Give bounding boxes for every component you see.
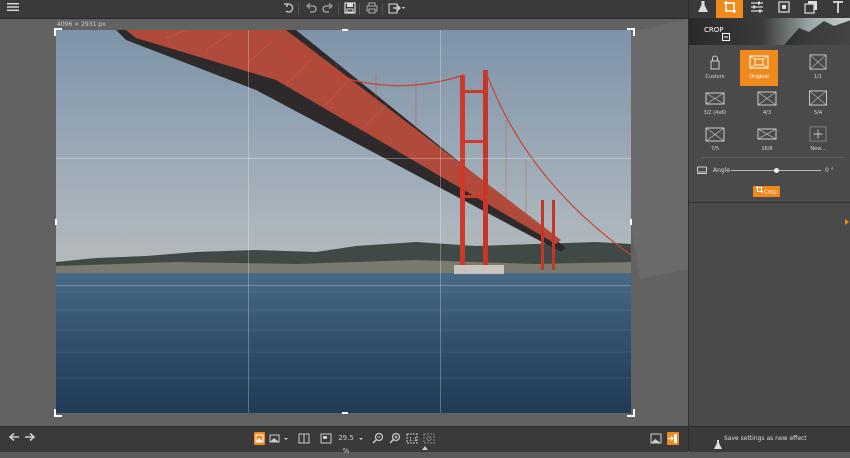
crop-corner-handle[interactable] bbox=[54, 409, 62, 417]
ratio-4-3-icon bbox=[757, 91, 777, 106]
zoom-in-icon[interactable] bbox=[389, 432, 401, 445]
angle-label: Angle bbox=[713, 167, 731, 174]
next-image-icon[interactable] bbox=[24, 432, 36, 445]
preset-label: Original bbox=[749, 74, 769, 80]
angle-slider-thumb[interactable] bbox=[773, 168, 779, 173]
crop-section-header: CROP bbox=[689, 18, 850, 45]
effect-flask-icon bbox=[714, 434, 722, 453]
preset-1-1[interactable]: 1/1 bbox=[799, 50, 837, 86]
expand-filmstrip-icon[interactable] bbox=[422, 446, 428, 450]
panel-collapse-arrow-icon[interactable] bbox=[845, 219, 849, 225]
add-preset-icon bbox=[809, 126, 827, 142]
toolbar-separator bbox=[338, 3, 339, 15]
crop-grid-line bbox=[56, 158, 631, 159]
preset-label: 1/1 bbox=[813, 74, 823, 80]
print-icon[interactable] bbox=[365, 2, 379, 16]
ratio-5-4-icon bbox=[809, 90, 827, 106]
image-dimensions-label: 4096 × 2931 px bbox=[57, 21, 106, 28]
angle-value: 0 ° bbox=[825, 167, 834, 174]
square-ratio-icon bbox=[809, 54, 827, 70]
single-view-icon[interactable] bbox=[254, 432, 265, 445]
previous-image-icon[interactable] bbox=[8, 432, 20, 445]
split-view-icon[interactable] bbox=[298, 432, 310, 445]
preset-label: 7/5 bbox=[710, 146, 720, 152]
angle-icon bbox=[697, 166, 707, 176]
zoom-level-value[interactable]: 29.5 % bbox=[334, 432, 358, 455]
zoom-out-icon[interactable] bbox=[372, 432, 384, 445]
ratio-3-2-icon bbox=[705, 92, 725, 105]
preset-16-9[interactable]: 16/9 bbox=[748, 122, 786, 158]
angle-row: Angle 0 ° bbox=[689, 165, 850, 177]
crop-corner-handle[interactable] bbox=[627, 28, 635, 36]
preset-4-3[interactable]: 4/3 bbox=[748, 86, 786, 122]
original-ratio-icon bbox=[749, 55, 769, 69]
preset-label: 16/9 bbox=[761, 146, 773, 152]
panel-toggle-icon[interactable] bbox=[667, 432, 679, 445]
bottom-toolbar: 29.5 % 1:1 bbox=[0, 426, 688, 455]
preset-label: New... bbox=[810, 146, 826, 152]
photo-image[interactable] bbox=[56, 30, 631, 413]
effects-flask-icon[interactable] bbox=[689, 0, 716, 18]
panel-divider bbox=[701, 157, 845, 158]
crop-button[interactable]: Crop bbox=[753, 186, 780, 197]
crop-icon[interactable] bbox=[716, 0, 743, 18]
ratio-16-9-icon bbox=[757, 128, 777, 140]
undo-icon[interactable] bbox=[304, 2, 318, 16]
redo-icon[interactable] bbox=[321, 2, 335, 16]
share-icon[interactable] bbox=[388, 2, 406, 16]
crop-edge-handle[interactable] bbox=[630, 219, 632, 225]
crop-button-icon bbox=[756, 186, 764, 198]
preset-label: 5/4 bbox=[813, 110, 823, 116]
preset-custom[interactable]: Custom bbox=[696, 50, 734, 86]
text-icon[interactable] bbox=[824, 0, 850, 18]
preset-label: 4/3 bbox=[762, 110, 772, 116]
adjust-sliders-icon[interactable] bbox=[743, 0, 770, 18]
crop-grid-line bbox=[248, 30, 249, 413]
panel-tabs bbox=[689, 0, 850, 18]
transform-icon[interactable] bbox=[770, 0, 797, 18]
panel-footer: Save settings as new effect bbox=[689, 426, 850, 452]
svg-text:1:1: 1:1 bbox=[409, 437, 417, 443]
layers-icon[interactable] bbox=[797, 0, 824, 18]
crop-grid-line bbox=[440, 30, 441, 413]
crop-button-label: Crop bbox=[764, 189, 777, 196]
toolbar-separator bbox=[382, 3, 383, 15]
bridge-photo bbox=[56, 30, 631, 413]
preset-new[interactable]: New... bbox=[799, 122, 837, 158]
panel-section-separator bbox=[689, 202, 850, 203]
toolbar-separator bbox=[359, 3, 360, 15]
actual-size-icon[interactable]: 1:1 bbox=[406, 432, 418, 445]
zoom-dropdown-icon[interactable] bbox=[358, 432, 364, 445]
lock-icon bbox=[710, 55, 720, 70]
hamburger-menu-icon[interactable] bbox=[6, 2, 20, 16]
crop-edge-handle[interactable] bbox=[342, 29, 348, 31]
crop-grid-line bbox=[56, 285, 631, 286]
ratio-7-5-icon bbox=[705, 127, 725, 142]
fit-to-screen-icon[interactable] bbox=[423, 432, 435, 445]
compare-view-icon[interactable] bbox=[269, 432, 280, 445]
crop-edge-handle[interactable] bbox=[342, 412, 348, 414]
crop-corner-handle[interactable] bbox=[627, 409, 635, 417]
top-toolbar bbox=[0, 0, 688, 19]
preset-5-4[interactable]: 5/4 bbox=[799, 86, 837, 122]
crop-section-title: CROP bbox=[704, 26, 724, 34]
preset-label: Custom bbox=[705, 74, 725, 80]
preset-3-2[interactable]: 3/2 (4x6) bbox=[696, 86, 734, 122]
toolbar-separator bbox=[298, 3, 299, 15]
save-icon[interactable] bbox=[343, 2, 357, 16]
save-as-effect-button[interactable]: Save settings as new effect bbox=[724, 435, 807, 442]
zoom-fit-icon[interactable] bbox=[320, 432, 332, 445]
crop-corner-handle[interactable] bbox=[54, 28, 62, 36]
preset-label: 3/2 (4x6) bbox=[703, 110, 727, 116]
view-dropdown-icon[interactable] bbox=[283, 432, 289, 445]
crop-edge-handle[interactable] bbox=[55, 219, 57, 225]
preset-original[interactable]: Original bbox=[740, 50, 778, 86]
preset-7-5[interactable]: 7/5 bbox=[696, 122, 734, 158]
undo-all-icon[interactable] bbox=[282, 2, 296, 16]
crop-info-icon[interactable] bbox=[722, 26, 730, 45]
image-export-icon[interactable] bbox=[650, 432, 662, 445]
right-panel: CROP Custom Original 1/1 3/2 (4x6) 4/3 5… bbox=[688, 0, 850, 452]
